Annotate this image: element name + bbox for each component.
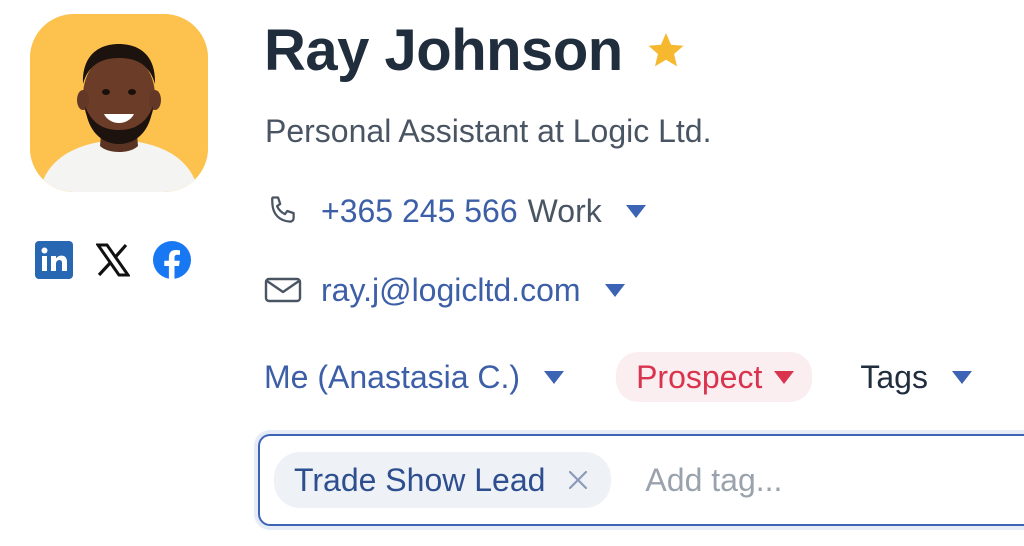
contact-name: Ray Johnson bbox=[264, 18, 623, 83]
contact-card: Ray Johnson Personal Assistant at Logic … bbox=[0, 0, 1024, 546]
email-address[interactable]: ray.j@logicltd.com bbox=[321, 272, 581, 309]
meta-row: Me (Anastasia C.) Prospect Tags bbox=[264, 352, 972, 402]
envelope-icon bbox=[264, 271, 302, 309]
status-label: Prospect bbox=[636, 358, 763, 395]
owner-dropdown[interactable]: Me (Anastasia C.) bbox=[264, 358, 565, 396]
phone-icon bbox=[264, 192, 302, 230]
avatar[interactable] bbox=[30, 14, 208, 192]
phone-type: Work bbox=[527, 192, 602, 229]
email-dropdown-caret-icon[interactable] bbox=[604, 283, 625, 297]
add-tag-input[interactable] bbox=[645, 461, 946, 499]
tag-chip: Trade Show Lead bbox=[274, 452, 612, 508]
x-icon[interactable] bbox=[93, 240, 133, 280]
email-row: ray.j@logicltd.com bbox=[264, 271, 625, 309]
social-links bbox=[34, 240, 192, 280]
tag-input-box[interactable]: Trade Show Lead bbox=[258, 434, 1024, 526]
phone-number[interactable]: +365 245 566 bbox=[321, 193, 518, 230]
owner-label: Me (Anastasia C.) bbox=[264, 358, 521, 395]
remove-tag-close-icon[interactable] bbox=[567, 469, 589, 491]
facebook-icon[interactable] bbox=[152, 240, 192, 280]
linkedin-icon[interactable] bbox=[34, 240, 74, 280]
phone-dropdown-caret-icon[interactable] bbox=[625, 204, 646, 218]
tags-caret-icon bbox=[951, 370, 972, 384]
phone-row: +365 245 566 Work bbox=[264, 192, 646, 230]
favorite-star-icon[interactable] bbox=[645, 30, 687, 72]
tag-chip-label: Trade Show Lead bbox=[294, 461, 546, 498]
name-row: Ray Johnson bbox=[264, 22, 687, 80]
avatar-photo bbox=[30, 14, 208, 192]
status-dropdown[interactable]: Prospect bbox=[616, 352, 813, 402]
job-title: Personal Assistant at Logic Ltd. bbox=[265, 113, 712, 149]
status-caret-icon bbox=[774, 370, 795, 384]
tags-label: Tags bbox=[860, 358, 928, 395]
owner-caret-icon bbox=[544, 370, 565, 384]
tags-dropdown[interactable]: Tags bbox=[860, 359, 972, 396]
